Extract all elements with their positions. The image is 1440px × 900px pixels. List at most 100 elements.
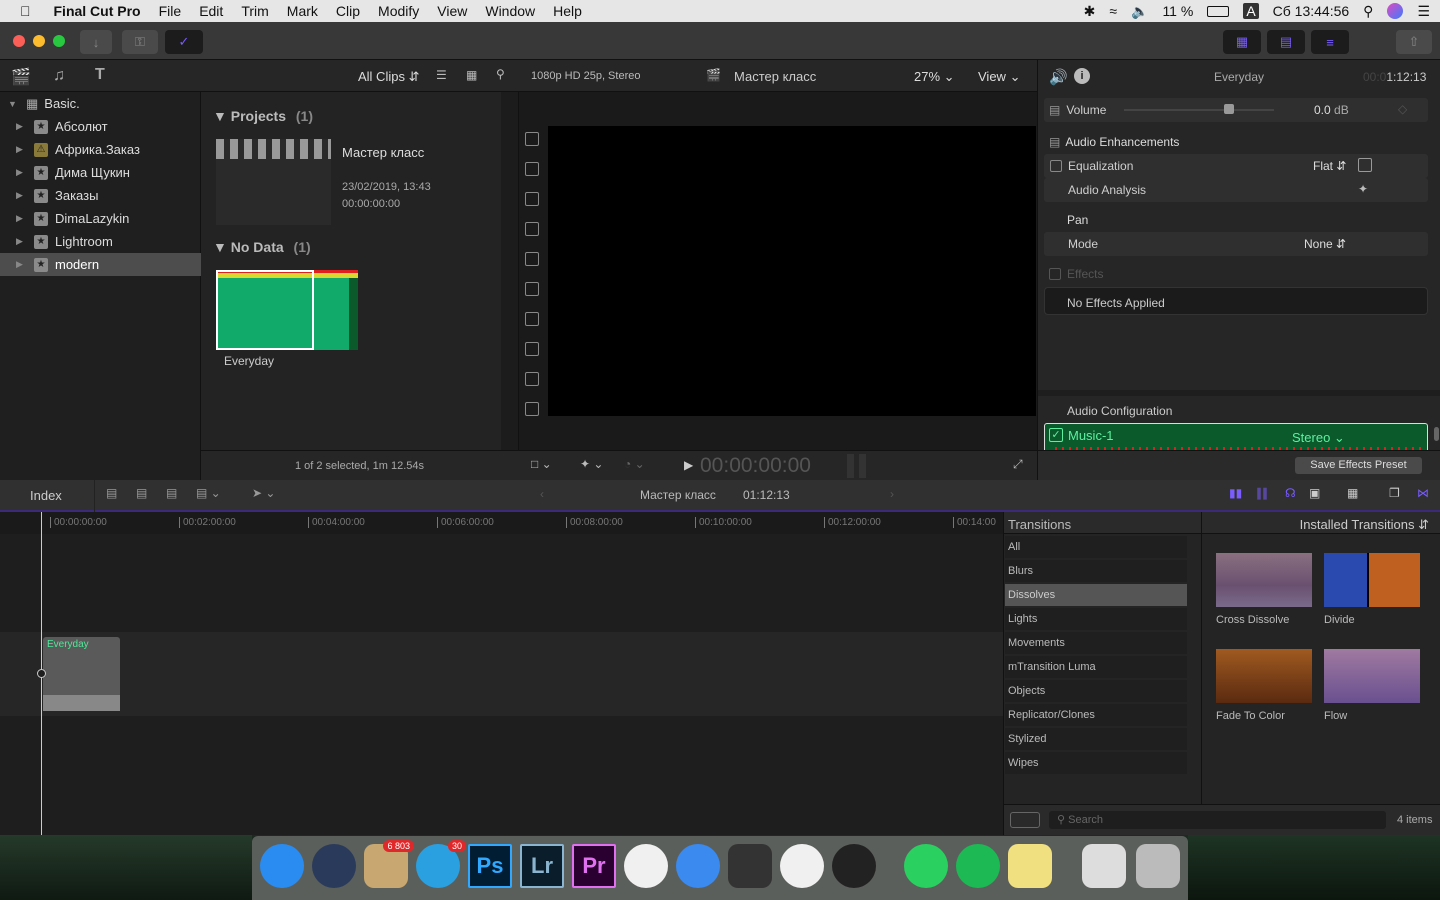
channel-mode-select[interactable]: Stereo ⌄ bbox=[1292, 430, 1345, 446]
menu-window[interactable]: Window bbox=[476, 3, 544, 19]
transition-category[interactable]: Objects bbox=[1005, 680, 1187, 702]
menu-app[interactable]: Final Cut Pro bbox=[40, 3, 150, 19]
timeline-clip[interactable]: Everyday bbox=[43, 637, 120, 711]
save-effects-preset-button[interactable]: Save Effects Preset bbox=[1295, 457, 1422, 474]
disclosure-icon[interactable]: ▶ bbox=[16, 259, 26, 270]
fullscreen-icon[interactable]: ⤢ bbox=[1013, 457, 1023, 472]
battery-icon[interactable] bbox=[1207, 5, 1230, 17]
clock[interactable]: Сб 13:44:56 bbox=[1273, 3, 1350, 19]
equalization-checkbox[interactable] bbox=[1050, 160, 1062, 172]
play-icon[interactable]: ▶ bbox=[684, 458, 693, 472]
import-icon[interactable]: ↓ bbox=[80, 30, 112, 54]
audio-skimming-icon[interactable]: ∥∥ bbox=[1256, 486, 1268, 500]
checkbox[interactable] bbox=[525, 222, 539, 236]
transition-category[interactable]: Stylized bbox=[1005, 728, 1187, 750]
transition-category[interactable]: Blurs bbox=[1005, 560, 1187, 582]
event-item[interactable]: ▶ ⚠ Африка.Заказ bbox=[0, 138, 201, 161]
clip-appearance-icon[interactable]: ▦ bbox=[466, 68, 477, 82]
zoom-button[interactable] bbox=[53, 35, 65, 47]
disclosure-icon[interactable]: ▶ bbox=[16, 213, 26, 224]
input-source[interactable]: A bbox=[1243, 3, 1259, 19]
menu-trim[interactable]: Trim bbox=[232, 3, 277, 19]
checkbox[interactable] bbox=[525, 372, 539, 386]
inspector-divider-handle[interactable] bbox=[1038, 390, 1440, 396]
event-item[interactable]: ▶ ★ Заказы bbox=[0, 184, 201, 207]
list-view-icon[interactable]: ☰ bbox=[436, 68, 447, 82]
sidebar-toggle-icon[interactable] bbox=[1010, 812, 1040, 828]
transition-category[interactable]: All bbox=[1005, 536, 1187, 558]
dock-app-lr[interactable]: Lr bbox=[520, 844, 564, 888]
disclosure-icon[interactable]: ▶ bbox=[16, 236, 26, 247]
projects-section-header[interactable]: ▼ Projects (1) bbox=[213, 108, 313, 124]
dock-app-trash[interactable] bbox=[1136, 844, 1180, 888]
event-item-selected[interactable]: ▶ ★ modern bbox=[0, 253, 201, 276]
close-button[interactable] bbox=[13, 35, 25, 47]
audio-inspector-tab-icon[interactable]: 🔊 bbox=[1049, 68, 1068, 86]
select-tool-icon[interactable]: ➤ ⌄ bbox=[252, 486, 275, 500]
checkbox[interactable] bbox=[525, 402, 539, 416]
flow-thumbnail[interactable] bbox=[1324, 649, 1420, 703]
show-timeline-icon[interactable]: ▤ bbox=[1267, 30, 1305, 54]
disclosure-icon[interactable]: ▶ bbox=[16, 121, 26, 132]
dock-app-whatsapp[interactable] bbox=[904, 844, 948, 888]
notification-center-icon[interactable]: ☰ bbox=[1417, 3, 1430, 20]
checkbox[interactable] bbox=[525, 162, 539, 176]
transition-category[interactable]: Dissolves bbox=[1005, 584, 1187, 606]
timeline[interactable]: Everyday bbox=[0, 512, 1003, 835]
event-item[interactable]: ▶ ★ Абсолют bbox=[0, 115, 201, 138]
project-thumbnail[interactable] bbox=[216, 139, 331, 225]
checkbox[interactable] bbox=[525, 132, 539, 146]
headphones-icon[interactable]: ☊ bbox=[1285, 486, 1296, 500]
volume-value[interactable]: 0.0 dB bbox=[1314, 103, 1349, 117]
dock-app-final-cut-pro[interactable] bbox=[728, 844, 772, 888]
checkbox[interactable] bbox=[525, 342, 539, 356]
keywords-icon[interactable]: ⚿ bbox=[122, 30, 158, 54]
connect-clip-icon[interactable]: ▤ bbox=[106, 486, 117, 500]
menu-clip[interactable]: Clip bbox=[327, 3, 369, 19]
clip-filter-select[interactable]: All Clips ⇵ bbox=[358, 69, 419, 85]
nodata-section-header[interactable]: ▼ No Data (1) bbox=[213, 239, 311, 255]
timeline-index-button[interactable]: Index bbox=[30, 488, 62, 503]
dock-app-preview[interactable] bbox=[1082, 844, 1126, 888]
transition-category[interactable]: Lights bbox=[1005, 608, 1187, 630]
timeline-ruler[interactable]: 00:00:00:00 00:02:00:00 00:04:00:00 00:06:0… bbox=[0, 512, 1003, 534]
dock-app-pr[interactable]: Pr bbox=[572, 844, 616, 888]
dock-app-notes[interactable] bbox=[1008, 844, 1052, 888]
menu-view[interactable]: View bbox=[428, 3, 476, 19]
view-menu[interactable]: View ⌄ bbox=[978, 69, 1020, 85]
checkbox[interactable] bbox=[525, 312, 539, 326]
minimize-button[interactable] bbox=[33, 35, 45, 47]
dock-app-quicktime[interactable] bbox=[312, 844, 356, 888]
share-icon[interactable]: ⇧ bbox=[1396, 30, 1432, 54]
menu-modify[interactable]: Modify bbox=[369, 3, 428, 19]
clip-appearance-icon[interactable]: ▦ bbox=[1347, 486, 1358, 500]
audio-channel-row[interactable]: ✓ Music-1 Stereo ⌄ bbox=[1044, 423, 1428, 450]
skimming-icon[interactable]: ▮▮ bbox=[1229, 486, 1242, 500]
magic-wand-icon[interactable]: ✦ bbox=[1358, 182, 1368, 196]
enhance-icon[interactable]: ✦ ⌄ bbox=[580, 457, 603, 471]
dock-app-mail[interactable]: 6 803 bbox=[364, 840, 414, 888]
event-item[interactable]: ▶ ★ Lightroom bbox=[0, 230, 201, 253]
dock-app-safari[interactable] bbox=[676, 844, 720, 888]
show-browser-icon[interactable]: ▦ bbox=[1223, 30, 1261, 54]
transitions-browser-icon[interactable]: ⋈ bbox=[1417, 486, 1429, 500]
audio-enhancements-header[interactable]: ▤ Audio Enhancements bbox=[1049, 135, 1179, 149]
info-tab-icon[interactable]: i bbox=[1074, 68, 1090, 84]
menu-help[interactable]: Help bbox=[544, 3, 591, 19]
cross-dissolve-thumbnail[interactable] bbox=[1216, 553, 1312, 607]
menu-file[interactable]: File bbox=[150, 3, 191, 19]
insert-clip-icon[interactable]: ▤ bbox=[136, 486, 147, 500]
retime-icon[interactable]: ◔ ⌄ bbox=[624, 457, 645, 471]
timeline-forward-icon[interactable]: › bbox=[890, 487, 894, 501]
bluetooth-icon[interactable]: ✱ bbox=[1084, 3, 1096, 20]
dock-app-finder[interactable] bbox=[260, 844, 304, 888]
effects-browser-icon[interactable]: ❐ bbox=[1389, 486, 1400, 500]
eq-graph-icon[interactable] bbox=[1358, 158, 1372, 172]
installed-transitions-select[interactable]: Installed Transitions ⇵ bbox=[1201, 512, 1440, 534]
timeline-back-icon[interactable]: ‹ bbox=[540, 487, 544, 501]
transition-category[interactable]: Movements bbox=[1005, 632, 1187, 654]
project-name[interactable]: Мастер класс bbox=[342, 145, 424, 160]
checkbox[interactable] bbox=[525, 282, 539, 296]
event-item[interactable]: ▶ ★ DimaLazykin bbox=[0, 207, 201, 230]
transition-category[interactable]: mTransition Luma bbox=[1005, 656, 1187, 678]
